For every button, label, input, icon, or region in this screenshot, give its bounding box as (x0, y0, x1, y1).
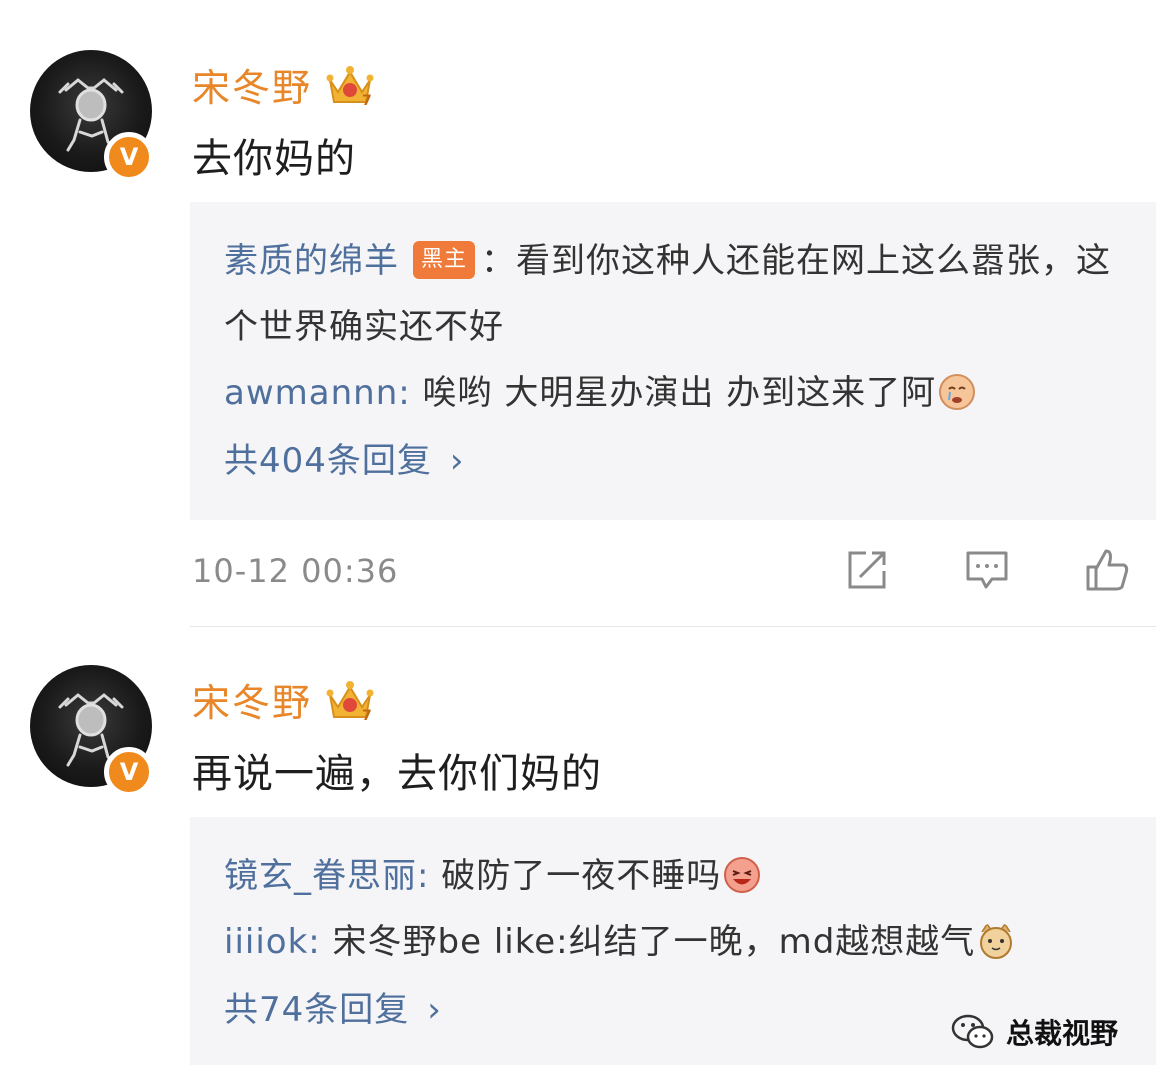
reply-text: 宋冬野be like:纠结了一晚，md越想越气 (332, 922, 976, 962)
crown-icon: 7 (326, 66, 374, 109)
watermark: 总裁视野 (950, 1012, 1118, 1052)
chevron-right-icon: › (449, 441, 465, 481)
laughing-face-emoji (724, 856, 761, 893)
username[interactable]: 宋冬野 (192, 57, 312, 112)
more-replies-label: 共74条回复 (224, 990, 410, 1030)
verified-badge-icon: V (104, 132, 154, 182)
reply-separator: : (417, 856, 442, 896)
svg-text:7: 7 (362, 708, 372, 724)
reply-item: awmannn: 唉哟 大明星办演出 办到这来了阿 (224, 360, 1156, 426)
reply-item: 镜玄_眷思丽: 破防了一夜不睡吗 (224, 843, 1156, 909)
crying-face-emoji (939, 373, 976, 410)
more-replies-label: 共404条回复 (224, 441, 432, 481)
svg-text:7: 7 (362, 93, 372, 109)
reply-item: iiiiok: 宋冬野be like:纠结了一晚，md越想越气 (224, 909, 1156, 975)
crown-icon: 7 (326, 681, 374, 724)
username[interactable]: 宋冬野 (192, 672, 312, 727)
reply-username[interactable]: 镜玄_眷思丽 (224, 856, 417, 896)
reply-item: 素质的绵羊 黑主 ：看到你这种人还能在网上这么嚣张，这个世界确实还不好 (224, 228, 1124, 360)
reply-text: 唉哟 大明星办演出 办到这来了阿 (422, 373, 937, 413)
comment-text: 再说一遍，去你们妈的 (192, 751, 602, 797)
reply-username[interactable]: awmannn (224, 373, 398, 413)
verified-badge-icon: V (104, 747, 154, 797)
reply-box[interactable]: 素质的绵羊 黑主 ：看到你这种人还能在网上这么嚣张，这个世界确实还不好 awmann… (190, 202, 1156, 520)
cat-face-emoji (980, 922, 1013, 959)
comment-feed: V 宋冬野 7 去你妈的 素质的绵羊 黑主 ：看到你这种人还能在网上这么嚣张，这个世… (0, 0, 1156, 1082)
wechat-icon (951, 1014, 994, 1049)
username-row: 宋冬野 7 (192, 669, 376, 729)
reply-username[interactable]: iiiiok (224, 922, 308, 962)
divider (190, 626, 1156, 627)
more-replies-link[interactable]: 共404条回复 › (224, 426, 1156, 496)
comment-text: 去你妈的 (192, 136, 356, 182)
watermark-text: 总裁视野 (1006, 1017, 1119, 1050)
reply-username[interactable]: 素质的绵羊 (224, 241, 399, 281)
username-row: 宋冬野 7 (192, 54, 376, 114)
reply-separator: : (398, 373, 423, 413)
like-icon[interactable] (1082, 545, 1132, 595)
reply-text: 破防了一夜不睡吗 (441, 856, 722, 896)
reply-separator: : (308, 922, 333, 962)
fan-badge: 黑主 (413, 240, 475, 279)
share-icon[interactable] (842, 545, 892, 595)
reply-separator: ： (481, 241, 516, 281)
timestamp: 10-12 00:36 (192, 552, 399, 590)
comment-icon[interactable] (962, 545, 1012, 595)
chevron-right-icon: › (427, 990, 442, 1030)
